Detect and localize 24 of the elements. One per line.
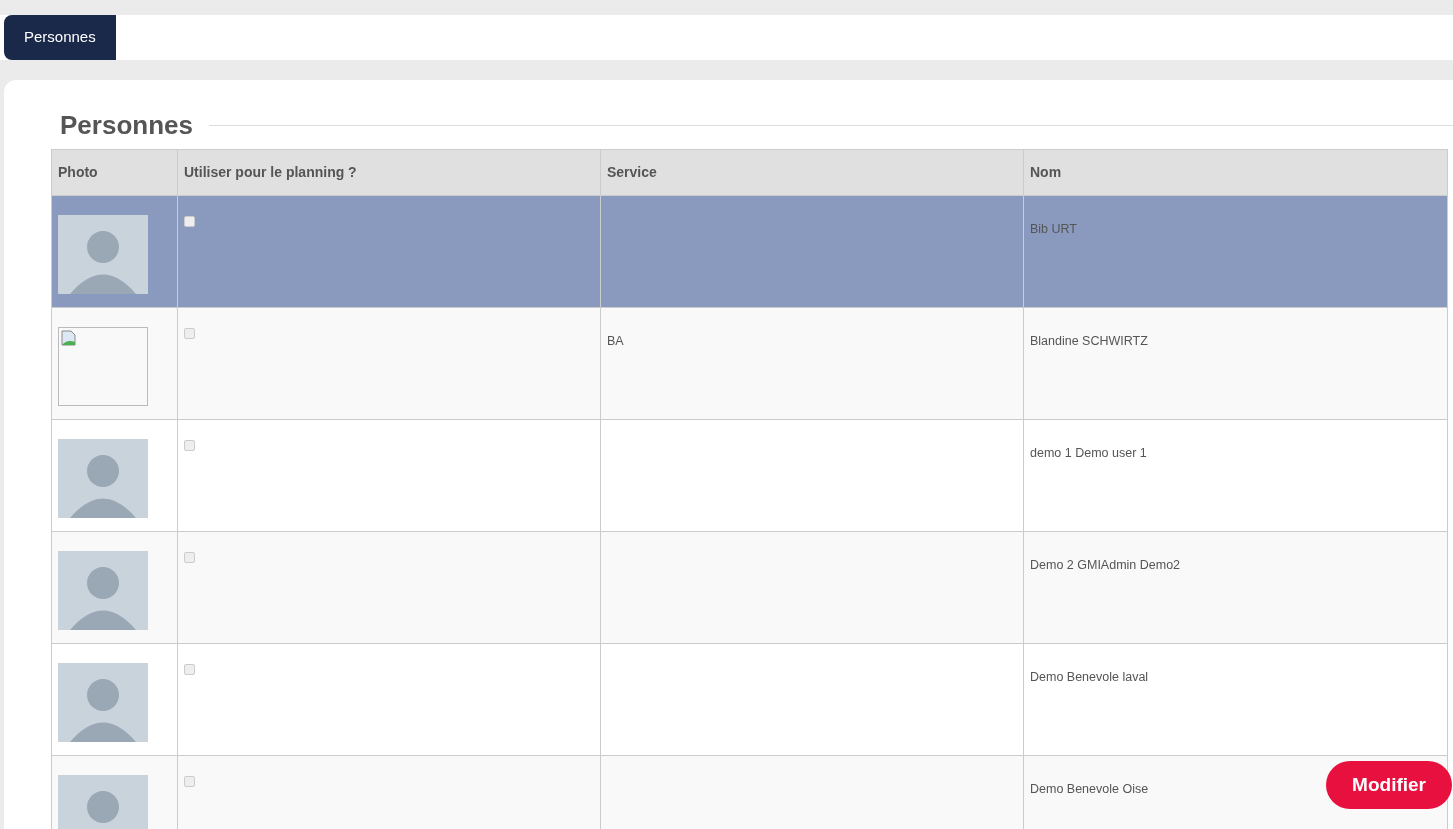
column-header: Nom <box>1023 149 1448 196</box>
section-title: Personnes <box>60 110 193 142</box>
table-row[interactable]: Demo 2 GMIAdmin Demo2 <box>51 531 1448 644</box>
column-header: Photo <box>51 149 178 196</box>
checkbox[interactable] <box>184 776 195 788</box>
broken-image-icon <box>61 330 77 347</box>
table-cell-text: Demo Benevole laval <box>1030 669 1149 687</box>
table-cell-text: BA <box>607 333 624 351</box>
column-header: Service <box>600 149 1024 196</box>
table-cell-text: Demo 2 GMIAdmin Demo2 <box>1030 557 1181 575</box>
column-header: Utiliser pour le planning ? <box>177 149 601 196</box>
table-cell-text: Bib URT <box>1030 221 1077 239</box>
table-row[interactable]: demo 1 Demo user 1 <box>51 419 1448 532</box>
table-row[interactable]: BA Blandine SCHWIRTZ <box>51 307 1448 420</box>
tab[interactable]: Personnes <box>4 15 116 60</box>
checkbox[interactable] <box>184 552 195 564</box>
table-cell-text: demo 1 Demo user 1 <box>1030 445 1147 463</box>
checkbox[interactable] <box>184 440 195 452</box>
checkbox[interactable] <box>184 328 195 340</box>
table-row[interactable]: Demo Benevole laval <box>51 643 1448 756</box>
table-cell-text: Demo Benevole Oise <box>1030 781 1149 799</box>
checkbox[interactable] <box>184 664 195 676</box>
checkbox[interactable] <box>184 216 195 228</box>
table-cell-text: Blandine SCHWIRTZ <box>1030 333 1148 351</box>
